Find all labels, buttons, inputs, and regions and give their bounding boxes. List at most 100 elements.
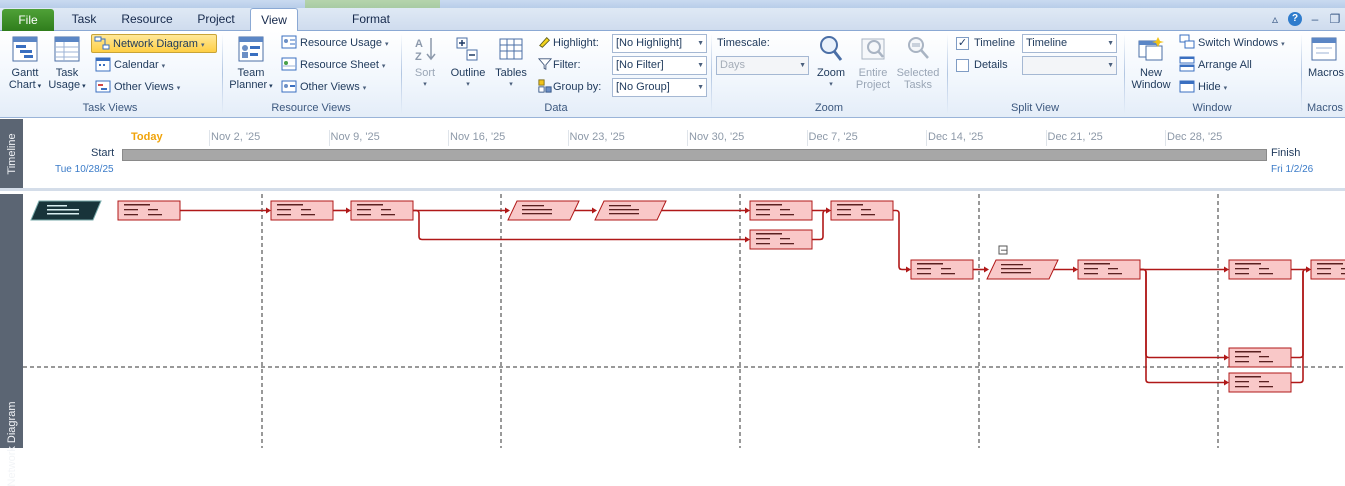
task-node-box — [830, 200, 894, 221]
gantt-chart-button[interactable]: Gantt Chart ▾ — [4, 34, 46, 100]
timeline-tick-label: Nov 2, '25 — [211, 131, 261, 143]
node-text-line — [357, 209, 371, 211]
task-node[interactable] — [117, 200, 181, 221]
timeline-tick-label: Nov 9, '25 — [330, 131, 380, 143]
task-node[interactable] — [749, 200, 813, 221]
ribbon: Gantt Chart ▾ Task Usage ▾ Network Diagr… — [0, 31, 1345, 118]
selected-tasks-button[interactable]: Selected Tasks — [896, 34, 940, 100]
node-text-line — [381, 214, 395, 216]
task-node[interactable] — [350, 200, 414, 221]
chevron-down-icon: ▼ — [1107, 40, 1114, 47]
calendar-button[interactable]: Calendar ▾ — [95, 56, 165, 75]
milestone-node[interactable] — [507, 200, 580, 221]
node-text-line — [756, 214, 770, 216]
task-node[interactable] — [1228, 259, 1292, 280]
task-node[interactable] — [270, 200, 334, 221]
groupby-select[interactable]: [No Group] ▼ — [612, 78, 707, 97]
resource-sheet-button[interactable]: Resource Sheet ▾ — [281, 56, 385, 75]
chevron-down-icon: ▼ — [799, 62, 806, 69]
link-arrowhead — [826, 207, 831, 214]
hide-button[interactable]: Hide ▾ — [1179, 78, 1227, 97]
resource-usage-button[interactable]: Resource Usage ▾ — [281, 34, 388, 53]
timeline-pane[interactable]: Timeline Today Nov 2, '25 Nov 9, '25 Nov 1… — [0, 119, 1345, 191]
timeline-tick-label: Nov 30, '25 — [689, 131, 745, 143]
highlight-select[interactable]: [No Highlight] ▼ — [612, 34, 707, 53]
tab-resource[interactable]: Resource — [114, 8, 180, 31]
network-diagram-button[interactable]: Network Diagram ▾ — [91, 34, 217, 53]
new-window-button[interactable]: New Window — [1127, 34, 1175, 100]
sort-button[interactable]: A Z Sort ▾ — [407, 34, 443, 100]
task-other-views-button[interactable]: Other Views ▾ — [95, 78, 180, 97]
task-node[interactable] — [1077, 259, 1141, 280]
milestone-node[interactable] — [594, 200, 667, 221]
milestone-node[interactable] — [986, 259, 1059, 280]
arrange-all-button[interactable]: Arrange All — [1179, 56, 1252, 75]
chevron-down-icon: ▼ — [697, 62, 704, 69]
node-text-line — [1235, 351, 1261, 353]
tables-button[interactable]: Tables ▾ — [492, 34, 530, 100]
team-planner-button[interactable]: Team Planner ▾ — [228, 34, 274, 100]
node-text-line — [277, 204, 303, 206]
node-text-line — [301, 209, 311, 211]
task-node[interactable] — [749, 229, 813, 250]
entire-project-button[interactable]: Entire Project — [851, 34, 895, 100]
node-text-line — [277, 214, 291, 216]
tab-project[interactable]: Project — [186, 8, 246, 31]
summary-task-node[interactable] — [30, 200, 102, 221]
timeline-checkbox[interactable]: ✓ — [956, 37, 969, 50]
chevron-down-icon: ▼ — [697, 84, 704, 91]
task-node[interactable] — [910, 259, 974, 280]
tab-task[interactable]: Task — [60, 8, 108, 31]
collapse-ribbon-icon[interactable]: ▵ — [1268, 12, 1282, 26]
link-arrowhead — [745, 207, 750, 214]
task-usage-button[interactable]: Task Usage ▾ — [46, 34, 88, 100]
filter-label-text: Filter: — [553, 59, 581, 71]
task-node-box — [117, 200, 181, 221]
network-diagram-pane[interactable]: Network Diagram − — [0, 194, 1345, 486]
zoom-button[interactable]: Zoom ▾ — [813, 34, 849, 100]
network-diagram-dropdown-icon[interactable]: ▾ — [201, 42, 205, 49]
timeline-view-select[interactable]: Timeline ▼ — [1022, 34, 1117, 53]
details-view-select[interactable]: ▼ — [1022, 56, 1117, 75]
dependency-link — [812, 209, 829, 241]
node-text-line — [1235, 361, 1249, 363]
timescale-select[interactable]: Days ▼ — [716, 56, 809, 75]
restore-window-icon[interactable]: ❐ — [1328, 12, 1342, 26]
task-node[interactable] — [1228, 372, 1292, 393]
dependency-link — [1140, 268, 1227, 359]
help-icon[interactable]: ? — [1288, 12, 1302, 26]
group-label-zoom: Zoom — [814, 102, 844, 114]
node-text-line — [277, 209, 291, 211]
task-usage-icon — [54, 36, 80, 62]
node-text-line — [609, 213, 639, 215]
highlight-label: Highlight: — [537, 34, 599, 53]
tab-format[interactable]: Format — [338, 8, 404, 31]
filter-select[interactable]: [No Filter] ▼ — [612, 56, 707, 75]
node-text-line — [1317, 268, 1331, 270]
node-text-line — [381, 209, 391, 211]
details-checkbox[interactable] — [956, 59, 969, 72]
node-text-line — [124, 204, 150, 206]
task-node[interactable] — [1228, 347, 1292, 368]
new-window-label-line2: Window — [1131, 79, 1171, 91]
node-text-line — [1001, 272, 1031, 274]
network-diagram-label: Network Diagram — [113, 38, 198, 50]
network-diagram-canvas[interactable]: − — [23, 194, 1345, 448]
sort-az-icon: A Z — [415, 38, 436, 63]
milestone-node-shape — [986, 259, 1059, 280]
tab-view[interactable]: View — [250, 8, 298, 32]
resource-other-views-button[interactable]: Other Views ▾ — [281, 78, 366, 97]
task-node[interactable] — [1310, 259, 1345, 280]
macros-button[interactable]: Macros — [1305, 34, 1345, 100]
minimize-window-icon[interactable]: – — [1308, 12, 1322, 26]
timeline-finish-label: Finish — [1271, 147, 1301, 159]
macros-icon — [1311, 37, 1337, 61]
link-arrowhead — [745, 236, 750, 243]
switch-windows-button[interactable]: Switch Windows ▾ — [1179, 34, 1285, 53]
sort-label: Sort — [414, 67, 436, 79]
tab-file[interactable]: File — [2, 9, 54, 31]
outline-button[interactable]: Outline ▾ — [447, 34, 489, 100]
task-node-box — [1228, 259, 1292, 280]
timeline-project-bar[interactable] — [122, 149, 1267, 161]
task-node[interactable] — [830, 200, 894, 221]
